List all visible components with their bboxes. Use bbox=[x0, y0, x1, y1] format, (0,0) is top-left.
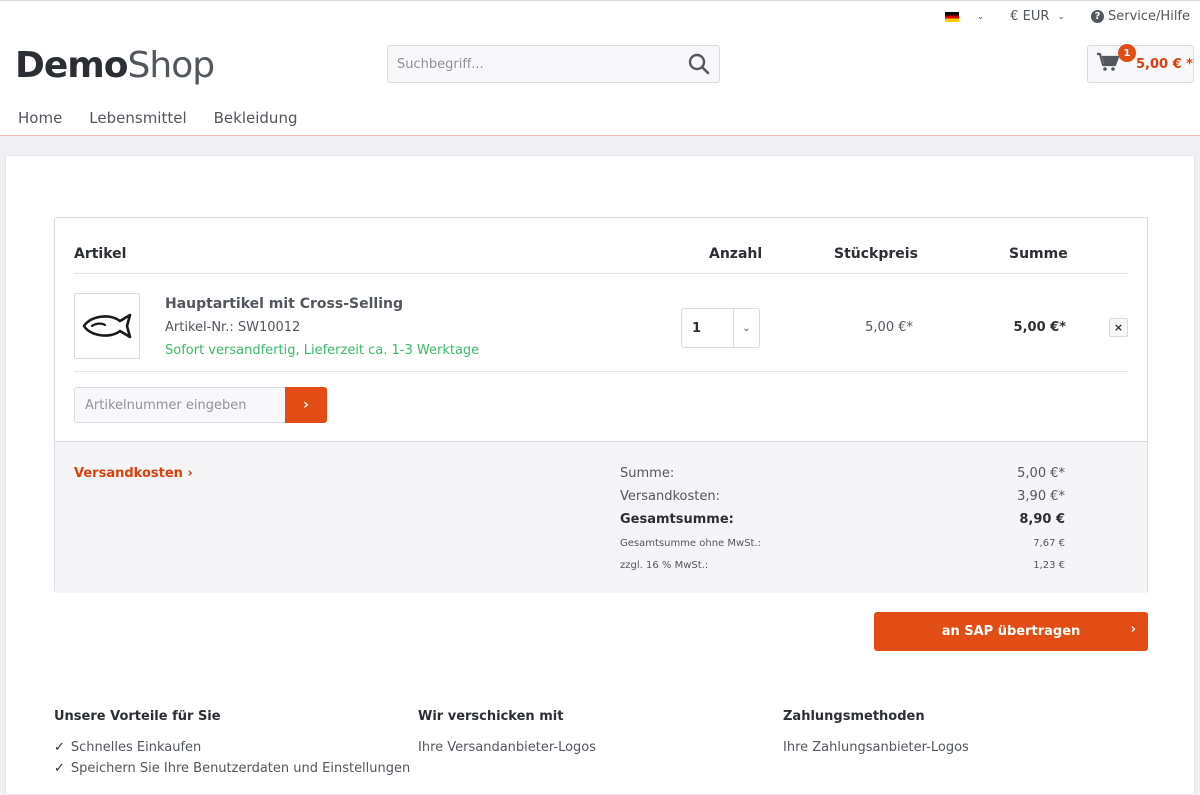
cart-count-badge: 1 bbox=[1118, 44, 1136, 62]
shopping-cart-icon bbox=[1097, 52, 1120, 71]
sap-button-label: an SAP übertragen bbox=[941, 624, 1081, 639]
product-name-link[interactable]: Hauptartikel mit Cross-Selling bbox=[165, 296, 403, 312]
footer-title: Unsere Vorteile für Sie bbox=[54, 709, 221, 724]
search-icon bbox=[688, 53, 710, 75]
language-switcher[interactable]: ⌄ bbox=[944, 11, 985, 22]
nav-item-home[interactable]: Home bbox=[18, 109, 62, 127]
table-row: Hauptartikel mit Cross-Selling Artikel-N… bbox=[74, 274, 1128, 372]
quantity-value: 1 bbox=[692, 320, 702, 336]
summary-row-total: Gesamtsumme: 8,90 € bbox=[620, 512, 1065, 535]
currency-switcher[interactable]: € EUR ⌄ bbox=[1010, 9, 1065, 24]
summary-table: Summe: 5,00 €* Versandkosten: 3,90 €* Ge… bbox=[620, 466, 1065, 579]
cart-amount: 5,00 € * bbox=[1136, 56, 1193, 72]
service-help-label: Service/Hilfe bbox=[1108, 9, 1190, 24]
header-sum: Summe bbox=[1009, 246, 1068, 262]
chevron-right-icon: › bbox=[303, 397, 309, 413]
chevron-right-icon: › bbox=[1130, 622, 1136, 637]
shop-logo[interactable]: DemoShop bbox=[15, 45, 216, 86]
footer-payment: Zahlungsmethoden Ihre Zahlungsanbieter-L… bbox=[783, 709, 969, 761]
search-button[interactable] bbox=[679, 46, 719, 82]
quantity-select[interactable]: 1 ⌄ bbox=[681, 308, 760, 348]
topbar: ⌄ € EUR ⌄ ? Service/Hilfe bbox=[919, 9, 1190, 24]
search-bar bbox=[387, 45, 720, 83]
chevron-down-icon: ⌄ bbox=[733, 309, 759, 347]
line-sum: 5,00 €* bbox=[1013, 320, 1066, 335]
add-article-form: › bbox=[74, 387, 327, 423]
service-help-menu[interactable]: ? Service/Hilfe bbox=[1091, 9, 1190, 24]
search-input[interactable] bbox=[388, 46, 679, 82]
summary-label: Versandkosten: bbox=[620, 489, 720, 504]
unit-price: 5,00 €* bbox=[865, 320, 913, 335]
summary-label: Summe: bbox=[620, 466, 675, 481]
footer-advantages: Unsere Vorteile für Sie ✓ Schnelles Einka… bbox=[54, 709, 410, 782]
summary-value: 8,90 € bbox=[1019, 512, 1065, 527]
currency-label: € EUR bbox=[1010, 9, 1050, 24]
summary-row: Summe: 5,00 €* bbox=[620, 466, 1065, 489]
footer-item-text: Ihre Versandanbieter-Logos bbox=[418, 740, 597, 755]
summary-label: Gesamtsumme: bbox=[620, 512, 734, 527]
cart-summary: Versandkosten › Summe: 5,00 €* Versandko… bbox=[55, 441, 1147, 593]
nav-item-lebensmittel[interactable]: Lebensmittel bbox=[89, 109, 186, 127]
cart-button[interactable]: 1 5,00 € * bbox=[1087, 44, 1194, 83]
summary-label: Gesamtsumme ohne MwSt.: bbox=[620, 538, 762, 549]
main-content: Artikel Anzahl Stückpreis Summe Hauptart… bbox=[5, 155, 1195, 795]
summary-value: 5,00 €* bbox=[1017, 466, 1065, 481]
fish-icon bbox=[82, 313, 132, 339]
summary-label: zzgl. 16 % MwSt.: bbox=[620, 560, 709, 571]
footer-item-text: Ihre Zahlungsanbieter-Logos bbox=[783, 740, 969, 755]
transfer-to-sap-button[interactable]: an SAP übertragen › bbox=[874, 612, 1148, 651]
footer-item: ✓ Schnelles Einkaufen bbox=[54, 740, 410, 755]
summary-row: Gesamtsumme ohne MwSt.: 7,67 € bbox=[620, 535, 1065, 557]
cart-table: Artikel Anzahl Stückpreis Summe Hauptart… bbox=[54, 217, 1148, 593]
footer-title: Wir verschicken mit bbox=[418, 709, 564, 724]
delivery-status: Sofort versandfertig, Lieferzeit ca. 1-3… bbox=[165, 343, 480, 358]
help-icon: ? bbox=[1091, 10, 1104, 23]
product-sku: Artikel-Nr.: SW10012 bbox=[165, 320, 301, 335]
shipping-costs-link[interactable]: Versandkosten › bbox=[74, 466, 193, 481]
summary-value: 1,23 € bbox=[1033, 560, 1065, 571]
german-flag-icon bbox=[944, 11, 959, 22]
add-article-button[interactable]: › bbox=[285, 387, 327, 423]
logo-part-demo: Demo bbox=[15, 45, 129, 86]
header-quantity: Anzahl bbox=[709, 246, 763, 262]
header: ⌄ € EUR ⌄ ? Service/Hilfe DemoShop Suchb… bbox=[0, 0, 1200, 136]
footer-item-text: Schnelles Einkaufen bbox=[70, 740, 202, 755]
chevron-down-icon: ⌄ bbox=[976, 11, 985, 22]
nav-item-bekleidung[interactable]: Bekleidung bbox=[214, 109, 298, 127]
chevron-down-icon: ⌄ bbox=[1057, 11, 1065, 22]
logo-part-shop: Shop bbox=[127, 45, 216, 86]
article-number-input[interactable] bbox=[74, 387, 285, 423]
footer-title: Zahlungsmethoden bbox=[783, 709, 925, 724]
header-unit-price: Stückpreis bbox=[834, 246, 918, 262]
header-article: Artikel bbox=[74, 246, 127, 262]
summary-row: Versandkosten: 3,90 €* bbox=[620, 489, 1065, 512]
product-thumbnail[interactable] bbox=[74, 293, 140, 359]
summary-value: 7,67 € bbox=[1033, 538, 1065, 549]
cart-icon-wrapper: 1 bbox=[1096, 44, 1136, 76]
summary-row: zzgl. 16 % MwSt.: 1,23 € bbox=[620, 557, 1065, 579]
footer-shipping: Wir verschicken mit Ihre Versandanbieter… bbox=[418, 709, 596, 761]
remove-item-button[interactable]: × bbox=[1109, 318, 1128, 337]
summary-value: 3,90 €* bbox=[1017, 489, 1065, 504]
table-header: Artikel Anzahl Stückpreis Summe bbox=[74, 246, 1128, 274]
main-navigation: Home Lebensmittel Bekleidung bbox=[0, 109, 306, 127]
close-icon: × bbox=[1113, 321, 1124, 334]
check-icon: ✓ bbox=[54, 740, 65, 755]
